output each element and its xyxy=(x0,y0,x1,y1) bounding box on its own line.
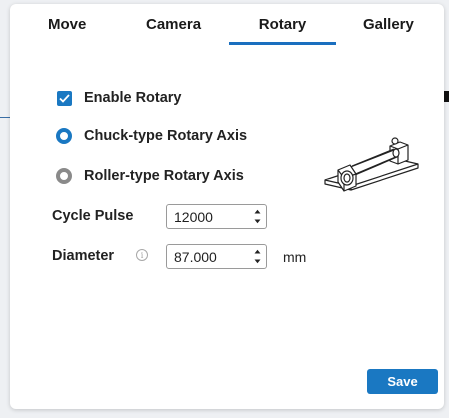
chevron-up-icon xyxy=(254,249,260,254)
diameter-stepper xyxy=(166,244,267,269)
tab-bar: Move Camera Rotary Gallery xyxy=(10,4,444,50)
background-divider xyxy=(0,117,10,118)
info-icon[interactable]: i xyxy=(136,249,148,261)
enable-rotary-row: Enable Rotary xyxy=(57,90,182,106)
diameter-decrement-button[interactable] xyxy=(251,256,263,267)
chuck-type-label: Chuck-type Rotary Axis xyxy=(84,128,248,144)
active-tab-indicator xyxy=(229,42,336,45)
roller-type-label: Roller-type Rotary Axis xyxy=(84,168,244,184)
cycle-pulse-decrement-button[interactable] xyxy=(251,216,263,227)
chevron-down-icon xyxy=(254,259,260,264)
tab-camera[interactable]: Camera xyxy=(146,16,201,46)
chuck-type-radio[interactable] xyxy=(56,128,72,144)
cycle-pulse-label: Cycle Pulse xyxy=(52,208,134,224)
diameter-unit: mm xyxy=(283,249,307,265)
cycle-pulse-stepper xyxy=(166,204,267,229)
enable-rotary-checkbox[interactable] xyxy=(57,90,72,106)
diameter-label: Diameter xyxy=(52,248,115,264)
diameter-input[interactable] xyxy=(167,245,249,268)
chuck-rotary-illustration xyxy=(324,137,419,192)
roller-type-radio[interactable] xyxy=(56,168,72,184)
tab-gallery[interactable]: Gallery xyxy=(363,16,414,46)
save-button[interactable]: Save xyxy=(367,369,438,394)
axis-option-chuck[interactable]: Chuck-type Rotary Axis xyxy=(56,128,247,144)
cycle-pulse-input[interactable] xyxy=(167,205,249,228)
background-edge-mark xyxy=(444,91,449,102)
chevron-down-icon xyxy=(254,219,260,224)
enable-rotary-label: Enable Rotary xyxy=(84,90,182,106)
check-icon xyxy=(59,93,70,103)
tab-move[interactable]: Move xyxy=(48,16,86,46)
chevron-up-icon xyxy=(254,209,260,214)
axis-option-roller[interactable]: Roller-type Rotary Axis xyxy=(56,168,244,184)
rotary-settings-panel: Move Camera Rotary Gallery Enable Rotary… xyxy=(10,4,444,409)
